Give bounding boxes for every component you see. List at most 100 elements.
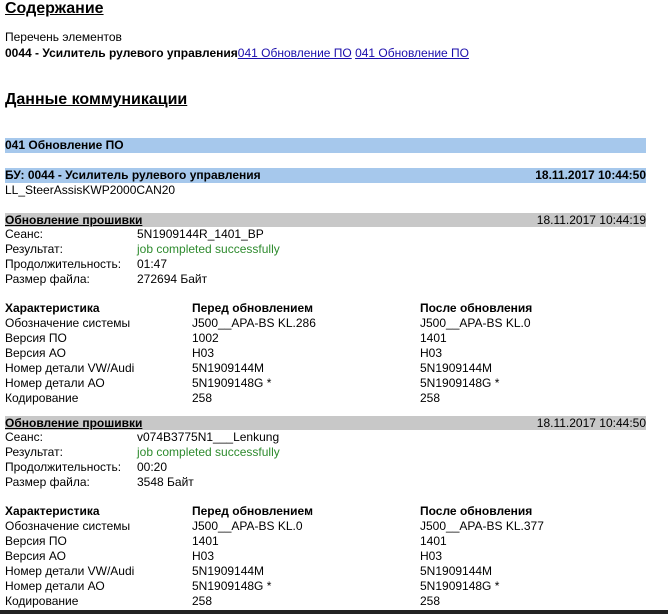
session-label: Сеанс: xyxy=(5,430,43,444)
duration-row: Продолжительность: 00:20 xyxy=(5,460,646,475)
spec-cell: 5N1909144M xyxy=(420,564,493,578)
spec-cell: 1401 xyxy=(192,534,219,548)
spec-cell: Номер детали АО xyxy=(5,376,105,390)
report-page: Содержание Перечень элементов 0044 - Уси… xyxy=(5,0,646,609)
result-label: Результат: xyxy=(5,242,63,256)
toc-link-2[interactable]: 041 Обновление ПО xyxy=(355,46,469,60)
spec-cell: Обозначение системы xyxy=(5,519,131,533)
result-row: Результат: job completed successfully xyxy=(5,445,646,460)
spec-cell: 5N1909148G * xyxy=(192,579,272,593)
spec-cell: H03 xyxy=(420,346,443,360)
spec-cell: 5N1909148G * xyxy=(420,376,500,390)
spec-cell: Номер детали VW/Audi xyxy=(5,361,135,375)
update-header: Обновление прошивки 18.11.2017 10:44:19 xyxy=(5,213,646,227)
toc-link-1[interactable]: 041 Обновление ПО xyxy=(238,46,352,60)
spec-cell: Кодирование xyxy=(5,594,79,608)
spec-cell: 1002 xyxy=(192,331,219,345)
toc-entry: 0044 - Усилитель рулевого управления041 … xyxy=(5,45,646,61)
filesize-value: 3548 Байт xyxy=(137,475,194,489)
spec-header-after: После обновления xyxy=(420,301,533,315)
window-bottom-border xyxy=(0,610,668,614)
table-row: Номер детали VW/Audi 5N1909144M 5N1909144M xyxy=(5,361,646,376)
spec-cell: Версия ПО xyxy=(5,534,67,548)
spec-cell: Версия ПО xyxy=(5,331,67,345)
spec-cell: 5N1909144M xyxy=(192,361,265,375)
filesize-value: 272694 Байт xyxy=(137,272,208,286)
duration-value: 01:47 xyxy=(137,257,168,271)
table-row: Обозначение системы J500__APA-BS KL.286 J5… xyxy=(5,316,646,331)
spec-cell: Обозначение системы xyxy=(5,316,131,330)
spec-cell: Версия АО xyxy=(5,346,66,360)
spec-cell: Номер детали VW/Audi xyxy=(5,564,135,578)
spec-header-characteristic: Характеристика xyxy=(5,301,100,315)
toc-title: Содержание xyxy=(5,0,104,17)
spec-cell: 5N1909144M xyxy=(420,361,493,375)
spec-header-after: После обновления xyxy=(420,504,533,518)
session-row: Сеанс: 5N1909144R_1401_BP xyxy=(5,227,646,242)
session-label: Сеанс: xyxy=(5,227,43,241)
update-date: 18.11.2017 10:44:19 xyxy=(536,213,646,227)
spec-cell: 258 xyxy=(420,391,441,405)
spec-cell: 5N1909144M xyxy=(192,564,265,578)
comm-title: Данные коммуникации xyxy=(5,91,188,108)
table-row: Номер детали АО 5N1909148G * 5N1909148G * xyxy=(5,579,646,594)
spec-cell: 258 xyxy=(420,594,441,608)
spec-cell: 1401 xyxy=(420,331,447,345)
table-row: Версия ПО 1401 1401 xyxy=(5,534,646,549)
table-row: Версия АО H03 H03 xyxy=(5,346,646,361)
toc-subtitle: Перечень элементов xyxy=(5,30,122,44)
spec-cell: Кодирование xyxy=(5,391,79,405)
session-value: 5N1909144R_1401_BP xyxy=(137,227,264,241)
table-row: Номер детали АО 5N1909148G * 5N1909148G * xyxy=(5,376,646,391)
filesize-label: Размер файла: xyxy=(5,272,90,286)
session-row: Сеанс: v074B3775N1___Lenkung xyxy=(5,430,646,445)
spec-cell: Версия АО xyxy=(5,549,66,563)
toc-unit-label: 0044 - Усилитель рулевого управления xyxy=(5,46,238,60)
spec-header-row: Характеристика Перед обновлением После о… xyxy=(5,301,646,316)
filesize-row: Размер файла: 272694 Байт xyxy=(5,272,646,287)
update-date: 18.11.2017 10:44:50 xyxy=(536,416,646,430)
spec-header-row: Характеристика Перед обновлением После о… xyxy=(5,504,646,519)
spec-cell: H03 xyxy=(420,549,443,563)
table-row: Кодирование 258 258 xyxy=(5,594,646,609)
spec-table: Характеристика Перед обновлением После о… xyxy=(5,504,646,609)
duration-value: 00:20 xyxy=(137,460,168,474)
duration-row: Продолжительность: 01:47 xyxy=(5,257,646,272)
spec-cell: 5N1909148G * xyxy=(420,579,500,593)
filesize-label: Размер файла: xyxy=(5,475,90,489)
result-row: Результат: job completed successfully xyxy=(5,242,646,257)
table-row: Версия АО H03 H03 xyxy=(5,549,646,564)
duration-label: Продолжительность: xyxy=(5,257,122,271)
spec-cell: H03 xyxy=(192,346,215,360)
table-row: Номер детали VW/Audi 5N1909144M 5N1909144M xyxy=(5,564,646,579)
spec-header-before: Перед обновлением xyxy=(192,504,313,518)
spec-cell: H03 xyxy=(192,549,215,563)
update-title: Обновление прошивки xyxy=(5,213,143,227)
spec-cell: 5N1909148G * xyxy=(192,376,272,390)
spec-cell: 258 xyxy=(192,594,213,608)
spec-cell: 1401 xyxy=(420,534,447,548)
section-band: 041 Обновление ПО xyxy=(5,138,646,153)
spec-cell: 258 xyxy=(192,391,213,405)
spec-table: Характеристика Перед обновлением После о… xyxy=(5,301,646,406)
filesize-row: Размер файла: 3548 Байт xyxy=(5,475,646,490)
unit-date: 18.11.2017 10:44:50 xyxy=(535,168,646,182)
table-row: Версия ПО 1002 1401 xyxy=(5,331,646,346)
duration-label: Продолжительность: xyxy=(5,460,122,474)
spec-cell: J500__APA-BS KL.0 xyxy=(420,316,531,330)
result-label: Результат: xyxy=(5,445,63,459)
table-row: Кодирование 258 258 xyxy=(5,391,646,406)
spec-cell: Номер детали АО xyxy=(5,579,105,593)
spec-header-before: Перед обновлением xyxy=(192,301,313,315)
unit-band: БУ: 0044 - Усилитель рулевого управления… xyxy=(5,168,646,183)
spec-cell: J500__APA-BS KL.377 xyxy=(420,519,544,533)
update-header: Обновление прошивки 18.11.2017 10:44:50 xyxy=(5,416,646,430)
result-value: job completed successfully xyxy=(137,242,280,256)
table-row: Обозначение системы J500__APA-BS KL.0 J500… xyxy=(5,519,646,534)
session-value: v074B3775N1___Lenkung xyxy=(137,430,280,444)
spec-header-characteristic: Характеристика xyxy=(5,504,100,518)
spec-cell: J500__APA-BS KL.0 xyxy=(192,519,303,533)
unit-id: LL_SteerAssisKWP2000CAN20 xyxy=(5,183,176,197)
spec-cell: J500__APA-BS KL.286 xyxy=(192,316,316,330)
update-title: Обновление прошивки xyxy=(5,416,143,430)
